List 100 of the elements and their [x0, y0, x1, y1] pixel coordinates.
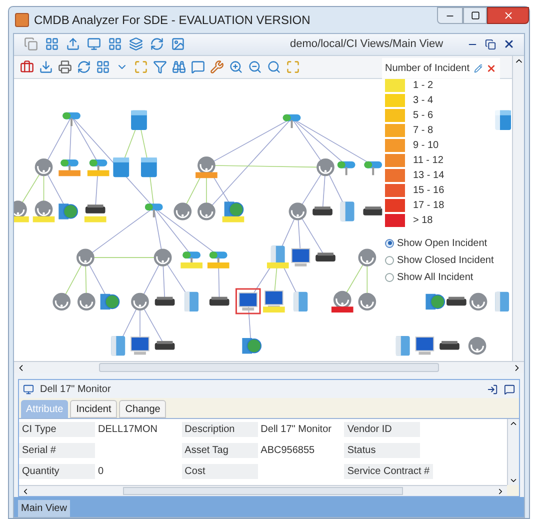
restore-button[interactable]	[483, 36, 498, 52]
edit-icon[interactable]	[474, 62, 482, 74]
layers-icon[interactable]	[127, 36, 144, 53]
server-icon[interactable]	[495, 292, 510, 312]
unknown-device-icon[interactable]	[198, 202, 216, 220]
monitor-icon[interactable]	[415, 336, 434, 354]
view-tab[interactable]: Main View	[18, 500, 70, 517]
radio-button[interactable]	[385, 272, 394, 282]
maximize-button[interactable]	[463, 7, 487, 24]
dock-icon[interactable]	[487, 384, 498, 395]
server-icon[interactable]	[294, 292, 308, 312]
monitor-icon	[23, 384, 34, 395]
network-device-icon[interactable]	[209, 296, 230, 306]
unknown-device-icon[interactable]	[131, 292, 149, 310]
unknown-device-icon[interactable]	[154, 248, 172, 266]
float-icon[interactable]	[504, 384, 515, 395]
server-icon[interactable]	[184, 292, 199, 312]
wrench-icon[interactable]	[208, 58, 225, 76]
layout-icon[interactable]	[94, 58, 111, 76]
horizontal-scrollbar[interactable]	[19, 485, 507, 496]
grid-icon[interactable]	[43, 36, 60, 53]
vertical-scrollbar[interactable]	[512, 56, 524, 362]
monitor-icon[interactable]	[130, 336, 150, 354]
scroll-left-icon	[21, 486, 30, 496]
unknown-device-icon[interactable]	[52, 292, 71, 310]
server-icon[interactable]	[396, 336, 410, 356]
unknown-device-icon[interactable]	[288, 202, 307, 220]
legend-label: 17 - 18	[413, 198, 444, 213]
network-device-icon[interactable]	[363, 206, 384, 216]
unknown-device-icon[interactable]	[468, 336, 486, 354]
cube-icon[interactable]	[140, 157, 157, 177]
maximize-icon[interactable]	[470, 11, 480, 20]
briefcase-icon[interactable]	[18, 58, 35, 76]
network-hub-icon[interactable]	[282, 114, 301, 128]
refresh-icon[interactable]	[148, 36, 165, 53]
detail-tab[interactable]: Change	[119, 400, 166, 418]
unknown-device-icon[interactable]	[174, 202, 192, 220]
radio-label[interactable]: Show Closed Incident	[397, 252, 494, 268]
search-icon[interactable]	[265, 58, 282, 76]
close-button[interactable]	[487, 7, 529, 24]
app-icon	[15, 13, 29, 27]
printer-icon[interactable]	[56, 58, 73, 76]
cube-icon[interactable]	[131, 110, 147, 130]
unknown-device-icon[interactable]	[76, 248, 94, 266]
field-label: Status	[344, 443, 420, 458]
monitor-icon[interactable]	[291, 248, 310, 266]
unknown-device-icon[interactable]	[358, 248, 376, 266]
scroll-thumb[interactable]	[99, 363, 439, 372]
network-device-icon[interactable]	[312, 206, 332, 216]
radio-label[interactable]: Show Open Incident	[397, 236, 488, 251]
image-icon[interactable]	[169, 36, 186, 53]
unknown-device-icon[interactable]	[358, 292, 376, 310]
monitor-icon[interactable]	[264, 290, 284, 308]
detail-title: Dell 17" Monitor	[40, 382, 111, 397]
monitor-icon[interactable]	[85, 36, 102, 53]
close-icon[interactable]	[502, 10, 514, 21]
globe-computer-icon[interactable]	[58, 203, 78, 219]
network-device-icon[interactable]	[85, 204, 106, 214]
radio-label[interactable]: Show All Incident	[397, 270, 474, 285]
globe-computer-icon[interactable]	[242, 338, 262, 354]
network-hub-icon[interactable]	[62, 112, 80, 126]
refresh-icon[interactable]	[75, 58, 92, 76]
cube-icon[interactable]	[113, 157, 130, 177]
comment-icon[interactable]	[189, 58, 206, 76]
server-icon[interactable]	[111, 336, 126, 356]
network-device-icon[interactable]	[154, 340, 175, 350]
binoculars-icon[interactable]	[170, 58, 187, 76]
unknown-device-icon[interactable]	[34, 158, 53, 176]
unknown-device-icon[interactable]	[14, 200, 27, 218]
radio-button[interactable]	[385, 256, 394, 265]
unknown-device-icon[interactable]	[198, 156, 216, 174]
field-label: Serial #	[19, 443, 95, 458]
network-hub-icon[interactable]	[144, 203, 163, 218]
network-device-icon[interactable]	[440, 340, 460, 350]
vertical-scrollbar[interactable]	[507, 419, 519, 486]
network-hub-icon[interactable]	[364, 161, 382, 175]
server-icon[interactable]	[340, 201, 354, 221]
network-device-icon[interactable]	[316, 252, 336, 262]
network-hub-icon[interactable]	[337, 161, 356, 175]
unknown-device-icon[interactable]	[34, 200, 53, 218]
network-device-icon[interactable]	[154, 296, 175, 306]
zoom-in-icon[interactable]	[227, 58, 244, 76]
unknown-device-icon[interactable]	[316, 158, 334, 176]
close-icon	[502, 38, 514, 50]
unknown-device-icon[interactable]	[78, 292, 96, 310]
grid-icon[interactable]	[106, 36, 123, 53]
globe-computer-icon[interactable]	[426, 294, 446, 310]
globe-computer-icon[interactable]	[100, 294, 120, 310]
detail-tab[interactable]: Incident	[70, 400, 118, 418]
copy-icon[interactable]	[22, 36, 39, 53]
scroll-thumb[interactable]	[123, 487, 403, 496]
network-device-icon[interactable]	[446, 296, 466, 306]
zoom-out-icon[interactable]	[246, 58, 263, 76]
download-icon[interactable]	[37, 58, 54, 76]
filter-icon[interactable]	[151, 58, 168, 76]
globe-computer-icon[interactable]	[224, 201, 244, 218]
horizontal-scrollbar[interactable]	[14, 361, 524, 374]
monitor-icon[interactable]	[238, 292, 258, 310]
upload-icon[interactable]	[64, 36, 81, 53]
radio-button[interactable]	[385, 238, 394, 248]
